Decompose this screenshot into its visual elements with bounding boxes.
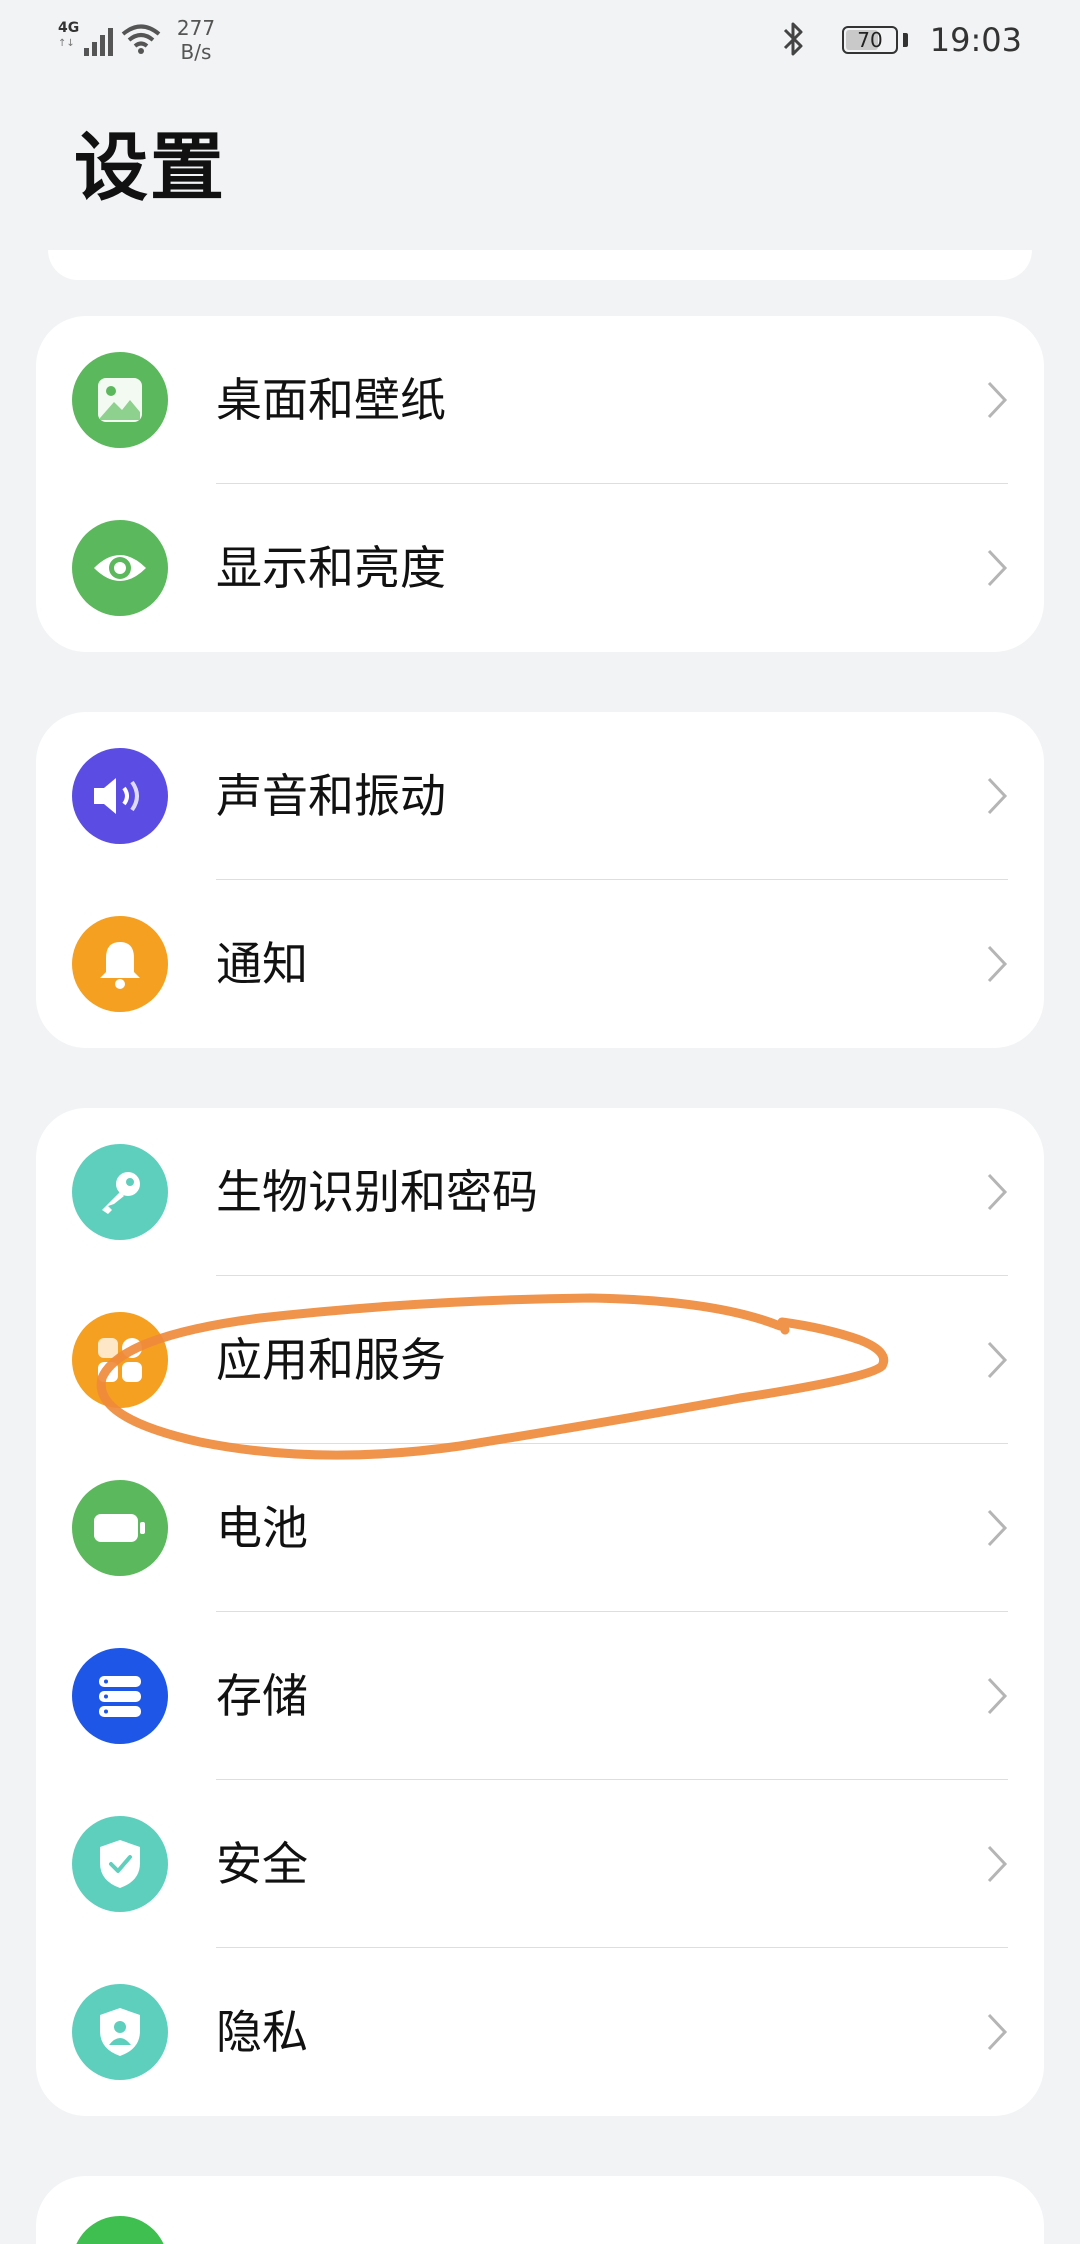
data-arrows-icon: ↑↓	[58, 38, 75, 49]
shield-icon	[72, 1816, 168, 1912]
battery-icon	[72, 1480, 168, 1576]
battery-cap	[903, 33, 908, 47]
key-icon	[72, 1144, 168, 1240]
settings-screen: 4G ↑↓ 277 B/s 70 19:03 设置 桌面和壁纸 显示和亮度 声音…	[0, 0, 1080, 2244]
apps-icon	[72, 1312, 168, 1408]
settings-group-1: 桌面和壁纸 显示和亮度	[36, 316, 1044, 652]
wifi-icon	[121, 24, 161, 54]
settings-item-storage[interactable]: 存储	[36, 1612, 1044, 1780]
settings-item-label: 存储	[216, 1669, 308, 1723]
storage-icon	[72, 1648, 168, 1744]
chevron-right-icon	[987, 1509, 1008, 1547]
chevron-right-icon	[987, 1677, 1008, 1715]
settings-item-sound[interactable]: 声音和振动	[36, 712, 1044, 880]
settings-item-label: 安全	[216, 1837, 308, 1891]
settings-item-biometrics[interactable]: 生物识别和密码	[36, 1108, 1044, 1276]
settings-item-label: 隐私	[216, 2005, 308, 2059]
page-title: 设置	[74, 125, 226, 211]
settings-item-label: 桌面和壁纸	[216, 373, 446, 427]
settings-item-display[interactable]: 显示和亮度	[36, 484, 1044, 652]
speaker-icon	[72, 748, 168, 844]
bell-icon	[72, 916, 168, 1012]
settings-item-label: 通知	[216, 937, 308, 991]
chevron-right-icon	[987, 1845, 1008, 1883]
chevron-right-icon	[987, 1341, 1008, 1379]
settings-item-label: 应用和服务	[216, 1333, 446, 1387]
network-speed: 277 B/s	[176, 16, 216, 64]
network-type: 4G ↑↓	[58, 20, 79, 52]
chevron-right-icon	[987, 381, 1008, 419]
settings-item-label: 声音和振动	[216, 769, 446, 823]
signal-icon	[84, 28, 113, 56]
eye-icon	[72, 520, 168, 616]
settings-item-label: 显示和亮度	[216, 541, 446, 595]
settings-group-4	[36, 2176, 1044, 2244]
chevron-right-icon	[987, 549, 1008, 587]
wallpaper-icon	[72, 352, 168, 448]
settings-item-battery[interactable]: 电池	[36, 1444, 1044, 1612]
settings-item-apps[interactable]: 应用和服务	[36, 1276, 1044, 1444]
settings-item-notifications[interactable]: 通知	[36, 880, 1044, 1048]
search-bar[interactable]	[48, 250, 1032, 280]
privacy-icon	[72, 1984, 168, 2080]
chevron-right-icon	[987, 1173, 1008, 1211]
settings-item-partial[interactable]	[36, 2176, 1044, 2244]
settings-item-icon	[72, 2216, 168, 2244]
settings-item-wallpaper[interactable]: 桌面和壁纸	[36, 316, 1044, 484]
chevron-right-icon	[987, 2013, 1008, 2051]
settings-group-2: 声音和振动 通知	[36, 712, 1044, 1048]
settings-item-privacy[interactable]: 隐私	[36, 1948, 1044, 2116]
status-bar: 4G ↑↓ 277 B/s 70 19:03	[0, 0, 1080, 80]
clock: 19:03	[929, 21, 1022, 59]
settings-item-security[interactable]: 安全	[36, 1780, 1044, 1948]
chevron-right-icon	[987, 777, 1008, 815]
settings-group-3: 生物识别和密码 应用和服务 电池 存储 安全 隐私	[36, 1108, 1044, 2116]
settings-item-label: 电池	[216, 1501, 308, 1555]
settings-item-label: 生物识别和密码	[216, 1165, 538, 1219]
battery-indicator: 70	[842, 26, 898, 54]
chevron-right-icon	[987, 945, 1008, 983]
bluetooth-icon	[783, 22, 803, 56]
